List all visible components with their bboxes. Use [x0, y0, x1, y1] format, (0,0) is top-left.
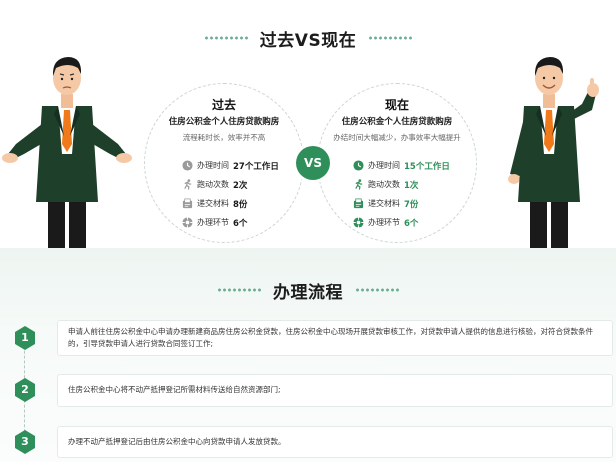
steps-icon — [353, 217, 364, 228]
documents-icon — [182, 198, 193, 209]
past-column: 过去 住房公积金个人住房贷款购房 流程耗时长，效率并不高 — [144, 96, 304, 143]
process-title: 办理流程 — [273, 282, 343, 303]
present-stat-trips: 跑动次数 1次 — [353, 175, 463, 194]
past-description: 流程耗时长，效率并不高 — [182, 133, 266, 142]
confused-man-illustration — [2, 57, 132, 250]
step-3-number: 3 — [21, 435, 29, 448]
running-icon — [355, 179, 363, 190]
step-1-number: 1 — [21, 331, 29, 344]
past-heading: 过去 — [211, 98, 236, 112]
past-stat-steps: 办理环节 6个 — [182, 213, 292, 232]
dots-decoration-right — [355, 287, 399, 293]
dots-decoration-right — [368, 35, 413, 41]
step-2-card: 住房公积金中心将不动产抵押登记所需材料传送给自然资源部门; — [57, 374, 613, 407]
clock-icon — [353, 160, 364, 171]
present-stat-docs: 递交材料 7份 — [353, 194, 463, 213]
process-title-row: 办理流程 — [0, 278, 616, 303]
past-subtitle: 住房公积金个人住房贷款购房 — [168, 117, 280, 127]
past-stat-time: 办理时间 27个工作日 — [182, 156, 292, 175]
present-heading: 现在 — [384, 98, 409, 112]
present-stat-time: 办理时间 15个工作日 — [353, 156, 463, 175]
step-2-text: 住房公积金中心将不动产抵押登记所需材料传送给自然资源部门; — [68, 385, 281, 395]
present-description: 办结时间大幅减少，办事效率大幅提升 — [333, 133, 461, 142]
step-3-card: 办理不动产抵押登记后由住房公积金中心向贷款申请人发放贷款。 — [57, 426, 613, 458]
step-1-marker: 1 — [14, 326, 36, 350]
present-subtitle: 住房公积金个人住房贷款购房 — [341, 117, 453, 127]
past-stats: 办理时间 27个工作日 跑动次数 2次 递交材料 8份 办理环节 6个 — [182, 156, 292, 232]
step-2-marker: 2 — [14, 378, 36, 402]
happy-man-illustration — [508, 57, 599, 250]
comparison-section: 过去 VS 现在 过去 住房公积金个人住房贷款购房 流程耗时长，效率并不高 现在 住… — [0, 0, 616, 250]
comparison-title: 过去VS现在 — [259, 30, 357, 51]
step-3-text: 办理不动产抵押登记后由住房公积金中心向贷款申请人发放贷款。 — [68, 436, 286, 446]
documents-icon — [353, 198, 364, 209]
dots-decoration-left — [217, 287, 261, 293]
step-2-number: 2 — [21, 383, 29, 396]
vs-badge: VS — [296, 146, 330, 180]
step-3-marker: 3 — [14, 430, 36, 454]
step-1-text: 申请人前往住房公积金中心申请办理新建商品房住房公积金贷款，住房公积金中心现场开展… — [68, 326, 593, 349]
present-stats: 办理时间 15个工作日 跑动次数 1次 递交材料 7份 办理环节 6个 — [353, 156, 463, 232]
running-icon — [184, 179, 192, 190]
past-stat-docs: 递交材料 8份 — [182, 194, 292, 213]
present-column: 现在 住房公积金个人住房贷款购房 办结时间大幅减少，办事效率大幅提升 — [317, 96, 477, 143]
dots-decoration-left — [203, 35, 248, 41]
past-stat-trips: 跑动次数 2次 — [182, 175, 292, 194]
step-1-card: 申请人前往住房公积金中心申请办理新建商品房住房公积金贷款，住房公积金中心现场开展… — [57, 320, 613, 356]
present-stat-steps: 办理环节 6个 — [353, 213, 463, 232]
steps-icon — [182, 217, 193, 228]
clock-icon — [182, 160, 193, 171]
